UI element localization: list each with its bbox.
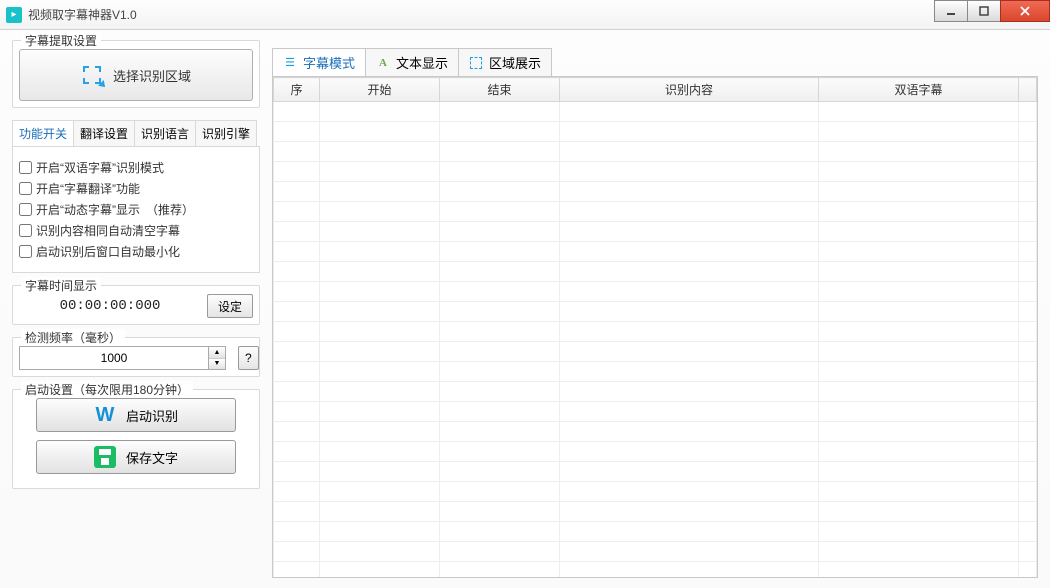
region-tab-icon (469, 56, 483, 70)
spin-up[interactable]: ▲ (209, 347, 225, 359)
tab-translate-settings[interactable]: 翻译设置 (73, 120, 135, 146)
group-start-legend: 启动设置（每次限用180分钟） (21, 381, 193, 398)
col-bilingual[interactable]: 双语字幕 (819, 78, 1019, 102)
table-row[interactable] (274, 322, 1037, 342)
app-icon (6, 7, 22, 23)
tab-subtitle-mode[interactable]: ☰ 字幕模式 (272, 48, 366, 76)
table-row[interactable] (274, 362, 1037, 382)
spin-down[interactable]: ▼ (209, 359, 225, 370)
main-tabs: ☰ 字幕模式 A 文本显示 区域展示 (272, 48, 1038, 76)
group-detect-frequency: 检测频率（毫秒） ▲ ▼ ? (12, 337, 260, 377)
tab-function-switch[interactable]: 功能开关 (12, 120, 74, 146)
save-icon (94, 446, 116, 468)
minimize-button[interactable] (934, 0, 968, 22)
table-row[interactable] (274, 102, 1037, 122)
table-row[interactable] (274, 182, 1037, 202)
check-subtitle-translate[interactable]: 开启“字幕翻译”功能 (19, 180, 253, 197)
set-time-button[interactable]: 设定 (207, 294, 253, 318)
table-row[interactable] (274, 402, 1037, 422)
table-row[interactable] (274, 262, 1037, 282)
check-auto-minimize[interactable]: 启动识别后窗口自动最小化 (19, 243, 253, 260)
group-time-display: 字幕时间显示 00:00:00:000 设定 (12, 285, 260, 325)
save-text-label: 保存文字 (126, 448, 178, 467)
table-row[interactable] (274, 442, 1037, 462)
save-text-button[interactable]: 保存文字 (36, 440, 236, 474)
maximize-button[interactable] (967, 0, 1001, 22)
frequency-spinner[interactable]: ▲ ▼ (19, 346, 226, 370)
col-scroll-gutter (1019, 78, 1037, 102)
table-row[interactable] (274, 382, 1037, 402)
window-controls (935, 0, 1050, 22)
tab-recognize-language[interactable]: 识别语言 (134, 120, 196, 146)
table-row[interactable] (274, 502, 1037, 522)
close-button[interactable] (1000, 0, 1050, 22)
col-start[interactable]: 开始 (320, 78, 440, 102)
frequency-input[interactable] (19, 346, 209, 370)
settings-tabs-container: 功能开关 翻译设置 识别语言 识别引擎 开启“双语字幕”识别模式 开启“字幕翻译… (12, 120, 260, 273)
col-content[interactable]: 识别内容 (560, 78, 819, 102)
table-row[interactable] (274, 202, 1037, 222)
table-row[interactable] (274, 462, 1037, 482)
col-end[interactable]: 结束 (440, 78, 560, 102)
col-seq[interactable]: 序 (274, 78, 320, 102)
settings-tabs: 功能开关 翻译设置 识别语言 识别引擎 (12, 120, 260, 146)
table-row[interactable] (274, 142, 1037, 162)
window-title: 视频取字幕神器V1.0 (28, 6, 137, 23)
group-freq-legend: 检测频率（毫秒） (21, 329, 125, 346)
list-icon: ☰ (283, 56, 297, 70)
check-auto-clear-same[interactable]: 识别内容相同自动清空字幕 (19, 222, 253, 239)
table-row[interactable] (274, 122, 1037, 142)
group-extract-legend: 字幕提取设置 (21, 32, 101, 49)
tab-region-display[interactable]: 区域展示 (458, 48, 552, 76)
table-row[interactable] (274, 562, 1037, 579)
subtitle-grid-wrap[interactable]: 序 开始 结束 识别内容 双语字幕 (272, 76, 1038, 578)
w-icon: W (94, 404, 116, 426)
table-row[interactable] (274, 282, 1037, 302)
table-row[interactable] (274, 162, 1037, 182)
check-bilingual-mode[interactable]: 开启“双语字幕”识别模式 (19, 159, 253, 176)
start-recognize-button[interactable]: W 启动识别 (36, 398, 236, 432)
table-body (274, 102, 1037, 579)
table-header-row: 序 开始 结束 识别内容 双语字幕 (274, 78, 1037, 102)
table-row[interactable] (274, 422, 1037, 442)
select-region-button[interactable]: 选择识别区域 (19, 49, 253, 101)
subtitle-table: 序 开始 结束 识别内容 双语字幕 (273, 77, 1037, 578)
group-extract-settings: 字幕提取设置 选择识别区域 (12, 40, 260, 108)
table-row[interactable] (274, 302, 1037, 322)
timecode-display: 00:00:00:000 (19, 298, 201, 314)
table-row[interactable] (274, 522, 1037, 542)
start-recognize-label: 启动识别 (126, 406, 178, 425)
table-row[interactable] (274, 342, 1037, 362)
titlebar: 视频取字幕神器V1.0 (0, 0, 1050, 30)
tab-text-display[interactable]: A 文本显示 (365, 48, 459, 76)
select-region-label: 选择识别区域 (113, 66, 191, 85)
table-row[interactable] (274, 222, 1037, 242)
region-icon (81, 64, 103, 86)
group-start-settings: 启动设置（每次限用180分钟） W 启动识别 保存文字 (12, 389, 260, 489)
tab-recognize-engine[interactable]: 识别引擎 (195, 120, 257, 146)
table-row[interactable] (274, 482, 1037, 502)
table-row[interactable] (274, 242, 1037, 262)
text-icon: A (376, 56, 390, 70)
group-time-legend: 字幕时间显示 (21, 277, 101, 294)
settings-tab-body: 开启“双语字幕”识别模式 开启“字幕翻译”功能 开启“动态字幕”显示 （推荐） … (12, 146, 260, 273)
freq-help-button[interactable]: ? (238, 346, 259, 370)
check-dynamic-subtitle[interactable]: 开启“动态字幕”显示 （推荐） (19, 201, 253, 218)
table-row[interactable] (274, 542, 1037, 562)
